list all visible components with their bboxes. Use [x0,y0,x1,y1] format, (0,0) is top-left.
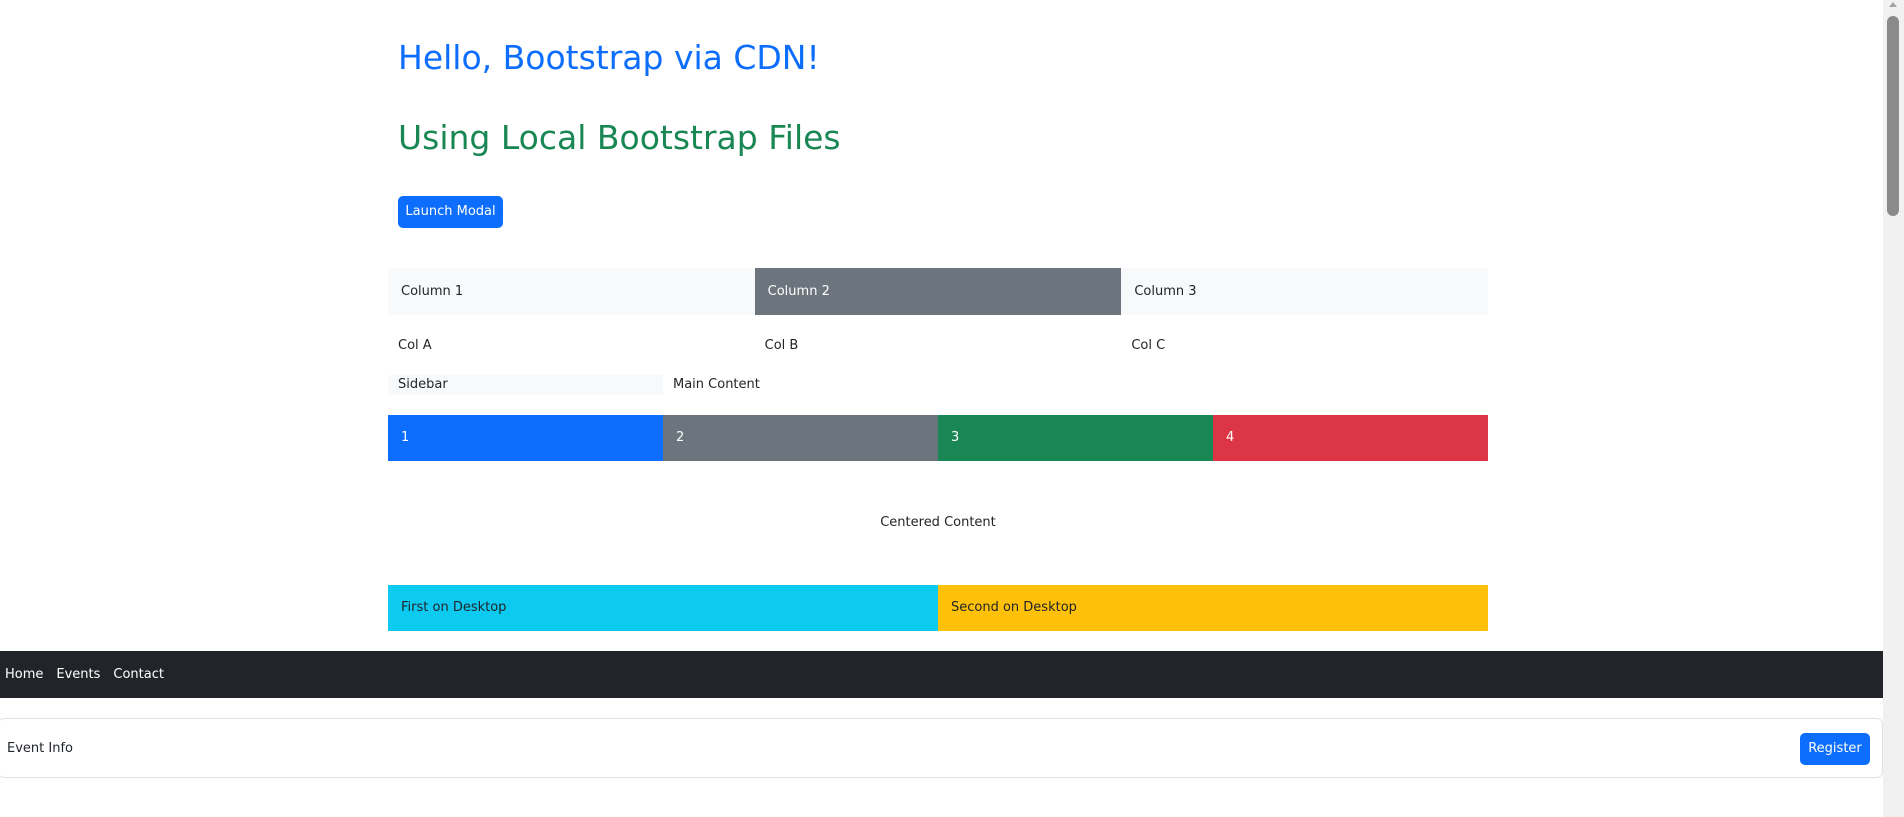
nav-events-link[interactable]: Events [56,651,100,698]
launch-modal-button[interactable]: Launch Modal [398,196,503,228]
event-info-card: Event Info Register [0,718,1883,778]
column-1: Column 1 [388,268,755,315]
navbar: Home Events Contact [0,651,1883,698]
main-content: Main Content [673,377,760,392]
nav-home-link[interactable]: Home [5,651,43,698]
numbered-cell-4: 4 [1213,415,1488,461]
col-c: Col C [1131,338,1166,353]
column-3: Column 3 [1121,268,1488,315]
sidebar: Sidebar [388,375,663,395]
col-b: Col B [764,338,799,353]
numbered-cell-3: 3 [938,415,1213,461]
three-column-row: Column 1 Column 2 Column 3 [388,268,1488,315]
scroll-up-arrow-icon[interactable] [1889,2,1897,7]
col-a: Col A [398,338,432,353]
nav-contact-link[interactable]: Contact [113,651,164,698]
numbered-row: 1 2 3 4 [388,415,1488,461]
scrollbar-thumb[interactable] [1887,16,1899,216]
second-on-desktop: Second on Desktop [938,585,1488,631]
first-on-desktop: First on Desktop [388,585,938,631]
sidebar-main-row: Sidebar Main Content [388,375,1488,395]
event-info-label: Event Info [7,741,73,756]
order-row: First on Desktop Second on Desktop [388,585,1488,631]
numbered-cell-2: 2 [663,415,938,461]
cdn-heading: Hello, Bootstrap via CDN! [398,38,820,77]
register-button[interactable]: Register [1800,733,1870,765]
page: Hello, Bootstrap via CDN! Using Local Bo… [0,0,1904,817]
numbered-cell-1: 1 [388,415,663,461]
centered-content: Centered Content [880,515,996,530]
local-heading: Using Local Bootstrap Files [398,118,841,157]
column-2: Column 2 [754,268,1122,315]
vertical-scrollbar[interactable] [1883,0,1904,817]
abc-row: Col A Col B Col C [388,334,1488,358]
